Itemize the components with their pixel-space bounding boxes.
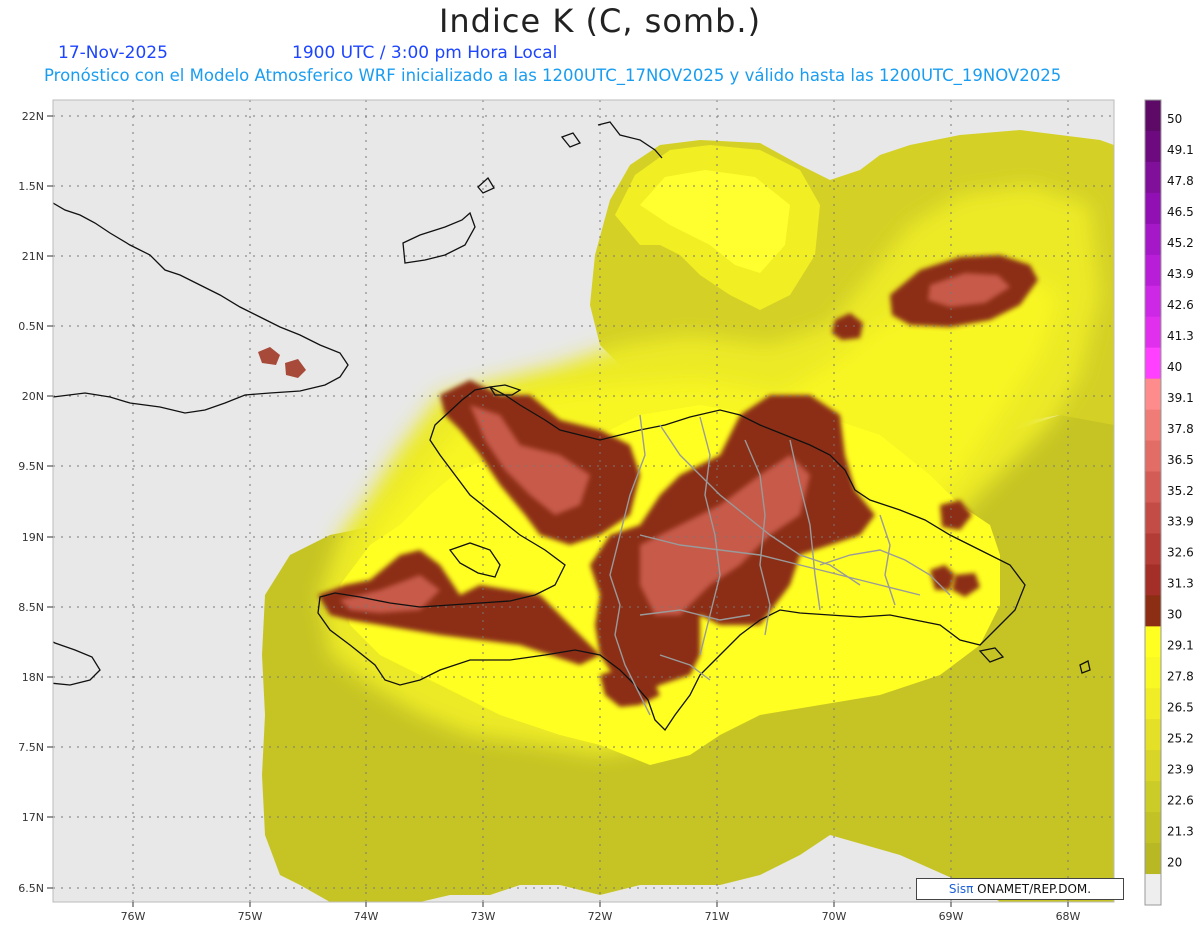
legend-swatch: [1145, 409, 1161, 442]
lat-label: 22N: [22, 110, 44, 123]
legend-label: 37.8: [1167, 422, 1194, 436]
legend-label: 49.1: [1167, 143, 1194, 157]
lat-label: 19N: [22, 531, 44, 544]
legend-swatch: [1145, 347, 1161, 380]
legend-label: 50: [1167, 112, 1182, 126]
color-legend-labels: 50 49.1 47.8 46.5 45.2 43.9 42.6 41.3 40 39.1 37.8…: [1167, 112, 1194, 869]
legend-swatch: [1145, 130, 1161, 163]
legend-swatch: [1145, 812, 1161, 844]
credit-box: Sisπ ONAMET/REP.DOM.: [916, 878, 1124, 900]
legend-swatch: [1145, 223, 1161, 256]
map-figure: 22N 1.5N 21N 0.5N 20N 9.5N 19N 8.5N 18N …: [18, 99, 1194, 923]
legend-label: 47.8: [1167, 174, 1194, 188]
lat-label: 21N: [22, 250, 44, 263]
legend-label: 35.2: [1167, 484, 1194, 498]
credit-brand: Sisπ: [948, 882, 974, 896]
legend-swatch: [1145, 316, 1161, 349]
lat-axis: 22N 1.5N 21N 0.5N 20N 9.5N 19N 8.5N 18N …: [18, 110, 53, 895]
legend-swatch: [1145, 595, 1161, 627]
legend-label: 22.6: [1167, 793, 1194, 807]
legend-label: 29.1: [1167, 639, 1194, 653]
legend-label: 41.3: [1167, 329, 1194, 343]
legend-swatch: [1145, 440, 1161, 473]
lon-label: 73W: [471, 910, 496, 923]
credit-text: ONAMET/REP.DOM.: [973, 882, 1092, 896]
lat-label: 17N: [22, 811, 44, 824]
legend-label: 20: [1167, 855, 1182, 869]
lat-label: 18N: [22, 671, 44, 684]
lon-label: 74W: [354, 910, 379, 923]
legend-label: 30: [1167, 608, 1182, 622]
legend-label: 32.6: [1167, 546, 1194, 560]
forecast-date: 17-Nov-2025: [58, 43, 168, 63]
lat-label: 6.5N: [18, 882, 44, 895]
lat-label: 20N: [22, 390, 44, 403]
lat-label: 7.5N: [18, 741, 44, 754]
legend-swatch: [1145, 564, 1161, 596]
map-title: Indice K (C, somb.): [438, 2, 762, 40]
forecast-info: Pronóstico con el Modelo Atmosferico WRF…: [44, 66, 1062, 85]
lon-axis: 76W 75W 74W 73W 72W 71W 70W 69W 68W: [121, 902, 1081, 923]
lon-label: 72W: [588, 910, 613, 923]
legend-swatch: [1145, 254, 1161, 287]
legend-swatch: [1145, 378, 1161, 411]
lat-label: 9.5N: [18, 460, 44, 473]
legend-swatch: [1145, 285, 1161, 318]
legend-swatch: [1145, 626, 1161, 658]
legend-swatch: [1145, 471, 1161, 503]
legend-label: 23.9: [1167, 762, 1194, 776]
legend-label: 33.9: [1167, 515, 1194, 529]
legend-label: 25.2: [1167, 731, 1194, 745]
legend-label: 45.2: [1167, 236, 1194, 250]
legend-swatch: [1145, 750, 1161, 782]
lat-label: 1.5N: [18, 180, 44, 193]
legend-swatch: [1145, 874, 1161, 906]
legend-swatch: [1145, 161, 1161, 194]
legend-swatch: [1145, 533, 1161, 565]
legend-label: 21.3: [1167, 824, 1194, 838]
legend-swatch: [1145, 657, 1161, 689]
legend-label: 39.1: [1167, 391, 1194, 405]
color-legend: [1144, 99, 1162, 906]
legend-swatch: [1145, 100, 1161, 132]
lat-label: 0.5N: [18, 320, 44, 333]
legend-label: 43.9: [1167, 267, 1194, 281]
legend-label: 26.5: [1167, 700, 1194, 714]
legend-swatch: [1145, 781, 1161, 813]
legend-label: 40: [1167, 360, 1182, 374]
lat-label: 8.5N: [18, 601, 44, 614]
legend-swatch: [1145, 192, 1161, 225]
legend-label: 42.6: [1167, 298, 1194, 312]
lon-label: 70W: [822, 910, 847, 923]
lon-label: 76W: [121, 910, 146, 923]
legend-label: 27.8: [1167, 670, 1194, 684]
legend-swatch: [1145, 688, 1161, 720]
lon-label: 69W: [939, 910, 964, 923]
lon-label: 68W: [1056, 910, 1081, 923]
legend-swatch: [1145, 502, 1161, 534]
legend-label: 36.5: [1167, 453, 1194, 467]
forecast-time: 1900 UTC / 3:00 pm Hora Local: [292, 43, 558, 63]
legend-swatch: [1145, 843, 1161, 875]
legend-label: 31.3: [1167, 577, 1194, 591]
legend-label: 46.5: [1167, 205, 1194, 219]
lon-label: 75W: [238, 910, 263, 923]
lon-label: 71W: [705, 910, 730, 923]
legend-swatch: [1145, 719, 1161, 751]
